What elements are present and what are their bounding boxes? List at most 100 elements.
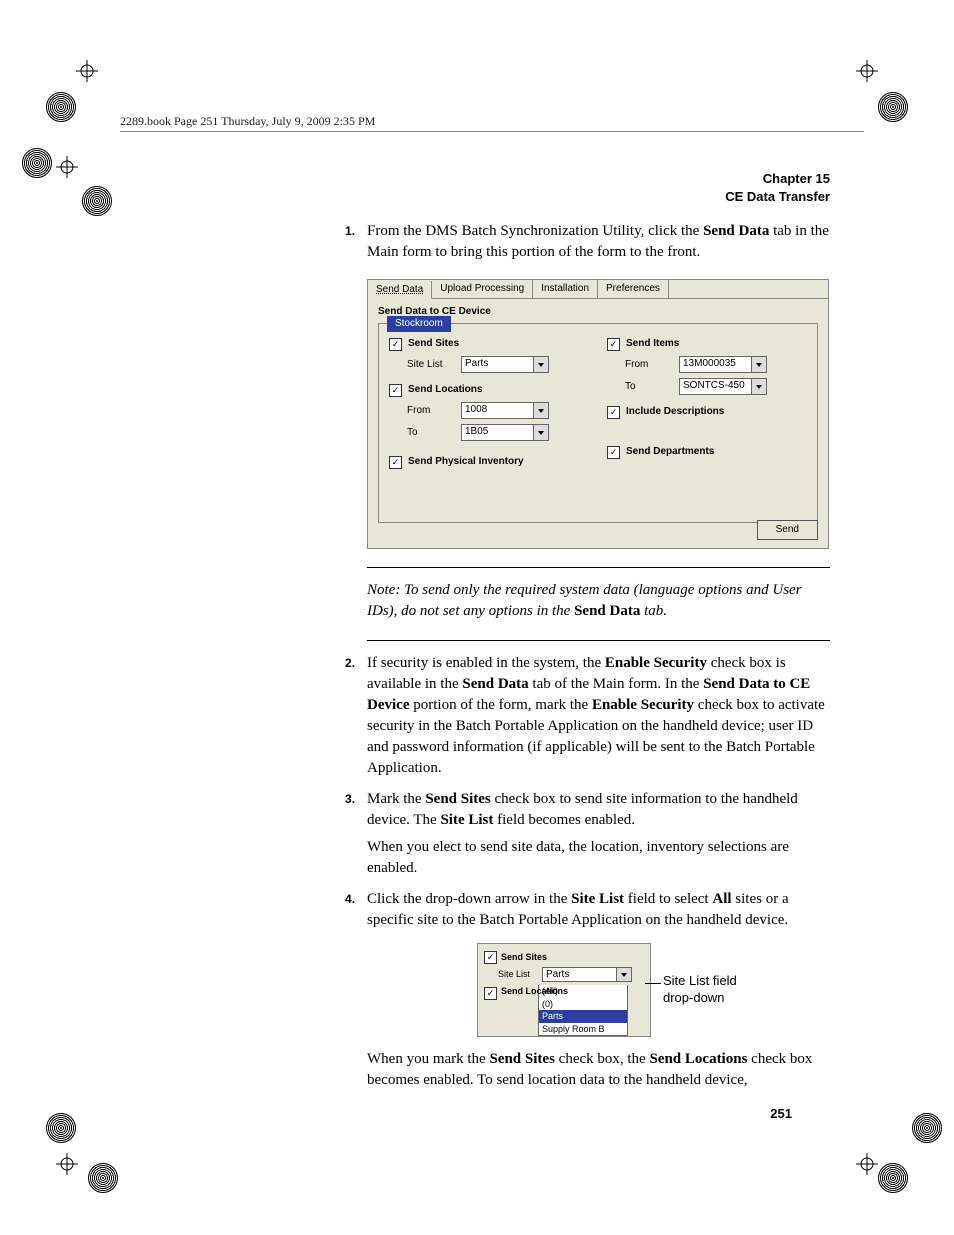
send-data-dialog: Send Data Upload Processing Installation… <box>367 279 829 549</box>
t: Click the drop-down arrow in the <box>367 891 571 907</box>
items-to-label: To <box>607 380 673 394</box>
tab-preferences[interactable]: Preferences <box>598 280 669 298</box>
step-2: If security is enabled in the system, th… <box>345 653 830 779</box>
book-header-line: 2289.book Page 251 Thursday, July 9, 200… <box>120 114 864 132</box>
list-item[interactable]: Supply Room B <box>539 1023 627 1036</box>
callout-line-1: Site List field <box>663 973 737 990</box>
crop-mark-tl <box>76 60 98 82</box>
ornament-mid-left-1 <box>22 148 52 178</box>
t: When you mark the <box>367 1051 489 1067</box>
crop-mark-tr <box>856 60 878 82</box>
note-text-b: tab. <box>640 603 667 619</box>
t: Site List <box>440 812 493 828</box>
t: Enable Security <box>592 697 694 713</box>
step1-text-a: From the DMS Batch Synchronization Utili… <box>367 223 703 239</box>
chevron-down-icon[interactable] <box>533 357 548 372</box>
mini-figure-wrap: Send Sites Site List Parts Send Location… <box>477 943 830 1037</box>
send-phys-inv-label: Send Physical Inventory <box>408 455 524 469</box>
t: field to select <box>624 891 712 907</box>
note-bold: Send Data <box>574 603 640 619</box>
mini-dialog: Send Sites Site List Parts Send Location… <box>477 943 651 1037</box>
send-items-checkbox[interactable] <box>607 338 620 351</box>
stockroom-group: Stockroom Send Sites Site List Parts <box>378 323 818 523</box>
mini-site-list-label: Site List <box>484 968 538 981</box>
mini-send-sites-checkbox[interactable] <box>484 951 497 964</box>
loc-to-combo[interactable]: 1B05 <box>461 424 549 441</box>
note-block: Note: To send only the required system d… <box>367 580 830 622</box>
mini-send-locations-checkbox[interactable] <box>484 987 497 1000</box>
ornament-top-left <box>46 92 76 122</box>
t: Site List <box>571 891 624 907</box>
step-4: Click the drop-down arrow in the Site Li… <box>345 889 830 1091</box>
send-items-label: Send Items <box>626 337 679 351</box>
send-sites-checkbox[interactable] <box>389 338 402 351</box>
include-desc-checkbox[interactable] <box>607 406 620 419</box>
t: Send Sites <box>489 1051 554 1067</box>
site-list-combo[interactable]: Parts <box>461 356 549 373</box>
crop-mark-br <box>856 1153 878 1175</box>
chevron-down-icon[interactable] <box>616 968 631 981</box>
loc-from-value: 1008 <box>462 403 533 418</box>
mini-site-list-value: Parts <box>543 968 616 981</box>
tabstrip: Send Data Upload Processing Installation… <box>368 280 828 299</box>
t: If security is enabled in the system, th… <box>367 655 605 671</box>
left-column: Send Sites Site List Parts <box>389 332 589 474</box>
send-locations-checkbox[interactable] <box>389 384 402 397</box>
page-number: 251 <box>770 1106 792 1121</box>
send-phys-inv-checkbox[interactable] <box>389 456 402 469</box>
step-1: From the DMS Batch Synchronization Utili… <box>345 221 830 641</box>
callout-line-2: drop-down <box>663 990 737 1007</box>
send-depts-checkbox[interactable] <box>607 446 620 459</box>
mini-send-sites-label: Send Sites <box>501 951 547 964</box>
crop-mark-bl <box>56 1153 78 1175</box>
mini-site-list-combo[interactable]: Parts <box>542 967 632 982</box>
ornament-bot-left-2 <box>88 1163 118 1193</box>
send-sites-label: Send Sites <box>408 337 459 351</box>
send-button[interactable]: Send <box>757 520 818 540</box>
crop-mark-ml <box>56 156 78 178</box>
chapter-line-1: Chapter 15 <box>345 170 830 188</box>
step3-sub: When you elect to send site data, the lo… <box>367 837 830 879</box>
t: Send Sites <box>425 791 490 807</box>
items-from-value: 13M000035 <box>680 357 751 372</box>
loc-to-value: 1B05 <box>462 425 533 440</box>
list-item[interactable]: (All) <box>539 985 627 998</box>
items-from-combo[interactable]: 13M000035 <box>679 356 767 373</box>
site-list-label: Site List <box>389 358 455 372</box>
t: Enable Security <box>605 655 707 671</box>
chevron-down-icon[interactable] <box>533 403 548 418</box>
loc-to-label: To <box>389 426 455 440</box>
t: Send Locations <box>649 1051 747 1067</box>
right-column: Send Items From 13M000035 To <box>607 332 807 474</box>
t: tab of the Main form. In the <box>529 676 704 692</box>
group-label: Stockroom <box>387 316 451 332</box>
tab-upload-processing[interactable]: Upload Processing <box>432 280 533 298</box>
chevron-down-icon[interactable] <box>533 425 548 440</box>
items-to-combo[interactable]: SONTCS-450 <box>679 378 767 395</box>
items-to-value: SONTCS-450 <box>680 379 751 394</box>
callout-text: Site List field drop-down <box>663 973 737 1007</box>
tab-installation[interactable]: Installation <box>533 280 598 298</box>
mini-dropdown-list[interactable]: (All) (0) Parts Supply Room B <box>538 985 628 1036</box>
t: Mark the <box>367 791 425 807</box>
t: portion of the form, mark the <box>409 697 591 713</box>
send-locations-label: Send Locations <box>408 383 482 397</box>
include-desc-label: Include Descriptions <box>626 405 724 419</box>
loc-from-combo[interactable]: 1008 <box>461 402 549 419</box>
loc-from-label: From <box>389 404 455 418</box>
ornament-bot-left-1 <box>46 1113 76 1143</box>
step-3: Mark the Send Sites check box to send si… <box>345 789 830 879</box>
site-list-value: Parts <box>462 357 533 372</box>
t: All <box>712 891 731 907</box>
ornament-bot-right <box>878 1163 908 1193</box>
t: check box, the <box>555 1051 650 1067</box>
items-from-label: From <box>607 358 673 372</box>
list-item-selected[interactable]: Parts <box>539 1010 627 1023</box>
chevron-down-icon[interactable] <box>751 357 766 372</box>
t: Send Data <box>462 676 528 692</box>
send-depts-label: Send Departments <box>626 445 714 459</box>
chevron-down-icon[interactable] <box>751 379 766 394</box>
list-item[interactable]: (0) <box>539 998 627 1011</box>
chapter-header: Chapter 15 CE Data Transfer <box>345 170 830 205</box>
tab-send-data[interactable]: Send Data <box>368 281 432 299</box>
